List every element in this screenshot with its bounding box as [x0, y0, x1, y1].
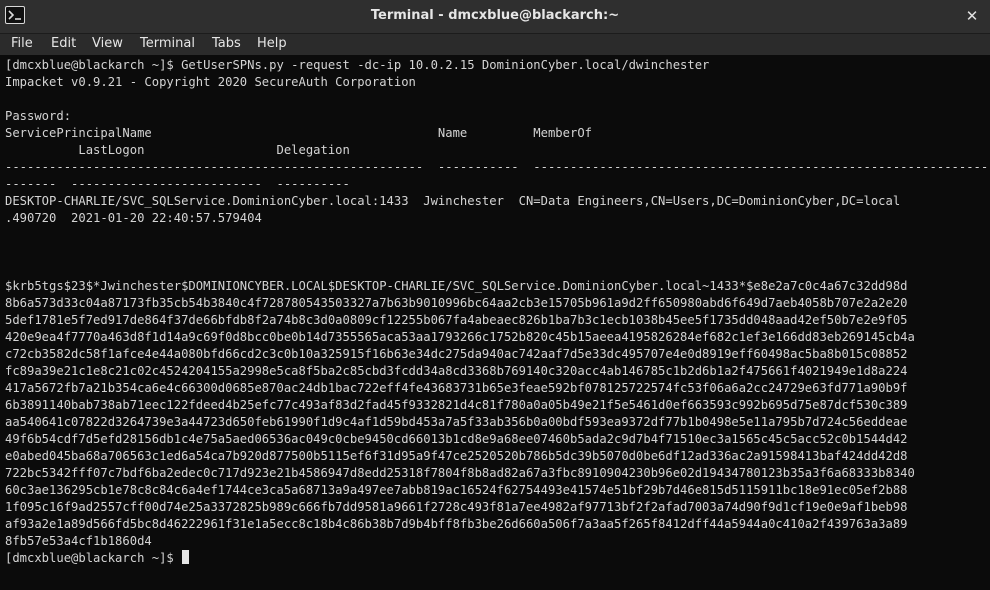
- terminal-line: $krb5tgs$23$*Jwinchester$DOMINIONCYBER.L…: [5, 279, 908, 293]
- terminal-line: Impacket v0.9.21 - Copyright 2020 Secure…: [5, 75, 416, 89]
- terminal-line: [dmcxblue@blackarch ~]$ GetUserSPNs.py -…: [5, 58, 710, 72]
- terminal-output[interactable]: [dmcxblue@blackarch ~]$ GetUserSPNs.py -…: [0, 55, 990, 590]
- menu-terminal[interactable]: Terminal: [140, 36, 195, 51]
- menu-tabs[interactable]: Tabs: [212, 36, 241, 51]
- terminal-line: ----------------------------------------…: [5, 160, 990, 174]
- terminal-line: 1f095c16f9ad2557cff00d74e25a3372825b989c…: [5, 500, 908, 514]
- terminal-line: 8b6a573d33c04a87173fb35cb54b3840c4f72878…: [5, 296, 908, 310]
- menu-edit[interactable]: Edit: [51, 36, 76, 51]
- window-title: Terminal - dmcxblue@blackarch:~: [370, 8, 620, 23]
- terminal-line: 8fb57e53a4cf1b1860d4: [5, 534, 152, 548]
- terminal-prompt: [dmcxblue@blackarch ~]$: [5, 551, 182, 565]
- terminal-line: ------- -------------------------- -----…: [5, 177, 350, 191]
- terminal-line: .490720 2021-01-20 22:40:57.579404: [5, 211, 262, 225]
- menu-file[interactable]: File: [11, 36, 33, 51]
- terminal-line: 417a5672fb7a21b354ca6e4c66300d0685e870ac…: [5, 381, 908, 395]
- terminal-line: 420e9ea4f7770a463d8f1d14a9c69f0d8bcc0be0…: [5, 330, 915, 344]
- terminal-line: ServicePrincipalName Name MemberOf: [5, 126, 592, 140]
- terminal-line: LastLogon Delegation: [5, 143, 350, 157]
- terminal-line: DESKTOP-CHARLIE/SVC_SQLService.DominionC…: [5, 194, 901, 208]
- menu-bar: File Edit View Terminal Tabs Help: [0, 34, 990, 55]
- terminal-line: 6b3891140bab738ab71eec122fdeed4b25efc77c…: [5, 398, 908, 412]
- terminal-line: 722bc5342fff07c7bdf6ba2edec0c717d923e21b…: [5, 466, 915, 480]
- menu-view[interactable]: View: [92, 36, 123, 51]
- terminal-line: e0abed045ba68a706563c1ed6a54ca7b920d8775…: [5, 449, 908, 463]
- terminal-line: fc89a39e21c1e8c21c02c4524204155a2998e5ca…: [5, 364, 908, 378]
- menu-help[interactable]: Help: [257, 36, 287, 51]
- terminal-line: Password:: [5, 109, 72, 123]
- terminal-line: 60c3ae136295cb1e78c8c84c6a4ef1744ce3ca5a…: [5, 483, 908, 497]
- terminal-line: c72cb3582dc58f1afce4e44a080bfd66cd2c3c0b…: [5, 347, 908, 361]
- terminal-line: aa540641c07822d3264739e3a44723d650feb619…: [5, 415, 908, 429]
- window-titlebar[interactable]: Terminal - dmcxblue@blackarch:~ ✕: [0, 0, 990, 34]
- terminal-line: 5def1781e5f7ed917de864f37de66bfdb8f2a74b…: [5, 313, 908, 327]
- terminal-line: af93a2e1a89d566fd5bc8d46222961f31e1a5ecc…: [5, 517, 908, 531]
- text-cursor: [182, 550, 190, 564]
- close-icon[interactable]: ✕: [962, 6, 982, 26]
- terminal-line: 49f6b54cdf7d5efd28156db1c4e75a5aed06536a…: [5, 432, 908, 446]
- terminal-prompt-line[interactable]: [dmcxblue@blackarch ~]$: [5, 550, 190, 567]
